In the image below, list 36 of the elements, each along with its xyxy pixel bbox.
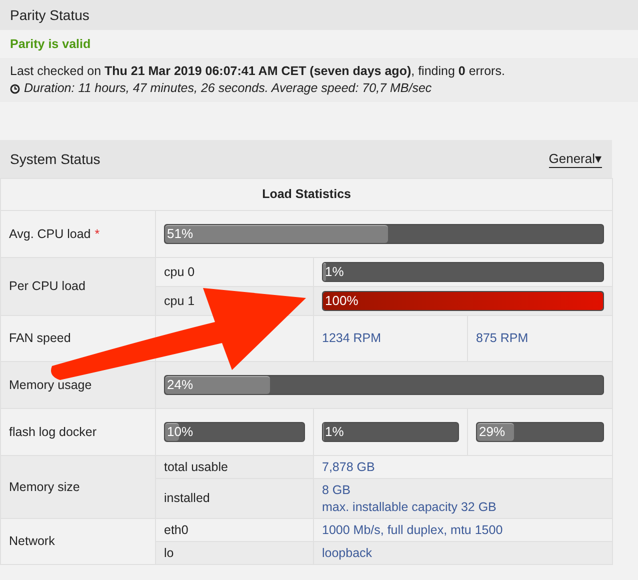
row-label: Avg. CPU load (9, 226, 91, 241)
view-dropdown[interactable]: General▾ (548, 150, 602, 168)
row-label: FAN speed (9, 331, 71, 346)
last-checked-text: Last checked on Thu 21 Mar 2019 06:07:41 AM CET (seven days ago), finding 0 errors. (10, 63, 506, 80)
clock-icon (10, 84, 20, 94)
value-text: max. installable capacity 32 GB (322, 498, 496, 516)
sub-label: eth0 (164, 522, 188, 537)
sub-label: installed (164, 491, 210, 506)
required-mark: * (94, 226, 100, 241)
value-text: 1234 RPM (322, 331, 382, 346)
value-text: loopback (322, 544, 372, 562)
value-text: 1000 Mb/s, full duplex, mtu 1500 (322, 522, 503, 538)
row-label: Memory size (9, 480, 80, 494)
progress-label: 1% (324, 424, 344, 439)
progress-label: 51% (166, 226, 194, 241)
row-label: flash log docker (9, 424, 97, 439)
duration-text: Duration: 11 hours, 47 minutes, 26 seconds. Average speed: 70,7 MB/sec (24, 80, 432, 97)
sub-label: cpu 1 (164, 294, 195, 308)
value-text: 875 RPM (476, 331, 528, 346)
progress-label: 29% (478, 424, 506, 439)
progress-label: 24% (166, 377, 194, 392)
sub-label: lo (164, 546, 174, 560)
row-label: Per CPU load (9, 279, 86, 294)
panel-title: System Status (10, 150, 100, 169)
progress-label: 10% (166, 424, 194, 439)
parity-status: Parity is valid (10, 36, 91, 53)
sub-label: cpu 0 (164, 264, 195, 279)
sub-label: total usable (164, 460, 228, 474)
value-text: 8 GB (322, 482, 350, 498)
section-heading: Load Statistics (262, 187, 351, 202)
row-label: Network (9, 534, 55, 548)
progress-label: 100% (324, 293, 358, 308)
value-text: 7,878 GB (322, 458, 375, 476)
row-label: Memory usage (9, 378, 92, 392)
progress-label: 1% (324, 264, 344, 279)
panel-title: Parity Status (10, 6, 90, 25)
